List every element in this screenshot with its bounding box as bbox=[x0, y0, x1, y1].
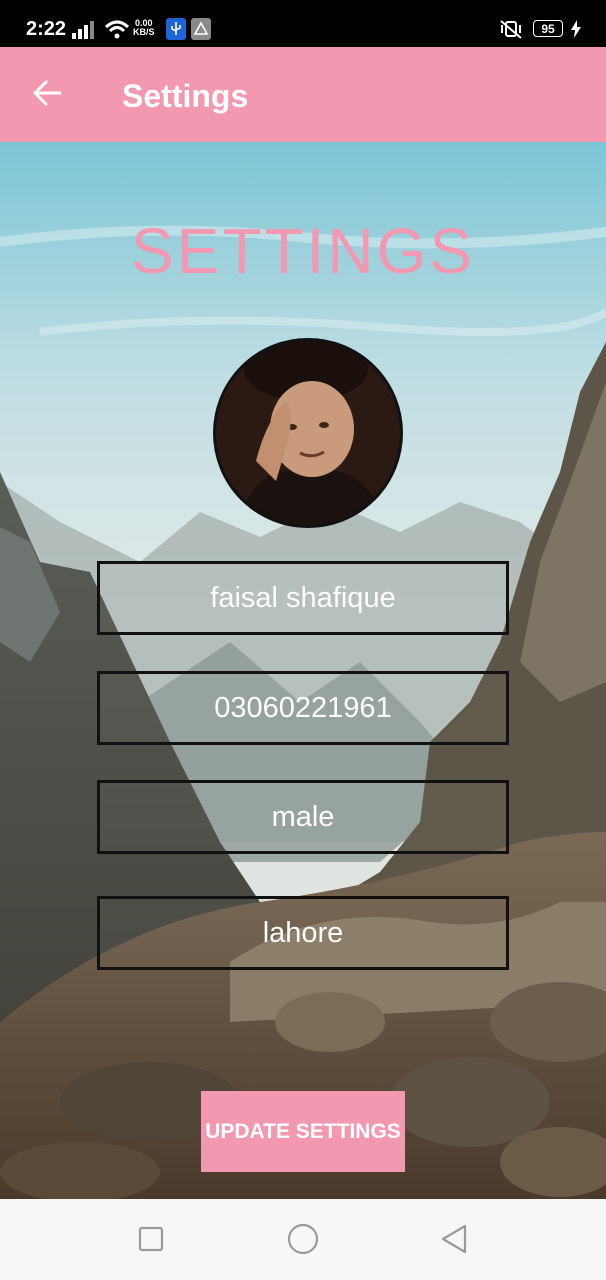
name-field[interactable]: faisal shafique bbox=[97, 561, 509, 635]
page-heading: SETTINGS bbox=[130, 215, 476, 287]
settings-content: SETTINGS faisal shafique 03060221961 mal… bbox=[0, 142, 606, 1199]
gender-field[interactable]: male bbox=[97, 780, 509, 854]
usb-icon bbox=[166, 18, 186, 40]
phone-field[interactable]: 03060221961 bbox=[97, 671, 509, 745]
status-bar: 2:22 0.00 KB/S 95 bbox=[0, 0, 606, 47]
profile-photo bbox=[216, 341, 400, 525]
app-bar-title: Settings bbox=[122, 78, 249, 114]
vibrate-off-icon bbox=[500, 20, 522, 39]
app-bar bbox=[0, 47, 606, 142]
profile-avatar[interactable] bbox=[213, 338, 403, 528]
battery-level: 95 bbox=[541, 21, 555, 36]
status-time: 2:22 bbox=[26, 18, 67, 40]
wifi-icon bbox=[104, 20, 130, 39]
net-speed-unit: KB/S bbox=[133, 27, 155, 37]
back-arrow-icon[interactable] bbox=[32, 78, 62, 108]
battery-icon: 95 bbox=[533, 20, 563, 37]
cellular-signal-icon bbox=[72, 21, 94, 39]
charging-icon bbox=[571, 20, 581, 38]
app-notification-icon bbox=[191, 18, 211, 40]
system-nav-bar bbox=[0, 1199, 606, 1280]
triangle-back-icon[interactable] bbox=[440, 1221, 470, 1257]
circle-icon[interactable] bbox=[286, 1221, 322, 1257]
net-speed: 0.00 KB/S bbox=[133, 19, 155, 37]
square-icon[interactable] bbox=[138, 1221, 166, 1257]
city-field[interactable]: lahore bbox=[97, 896, 509, 970]
update-settings-button[interactable]: UPDATE SETTINGS bbox=[201, 1091, 405, 1172]
